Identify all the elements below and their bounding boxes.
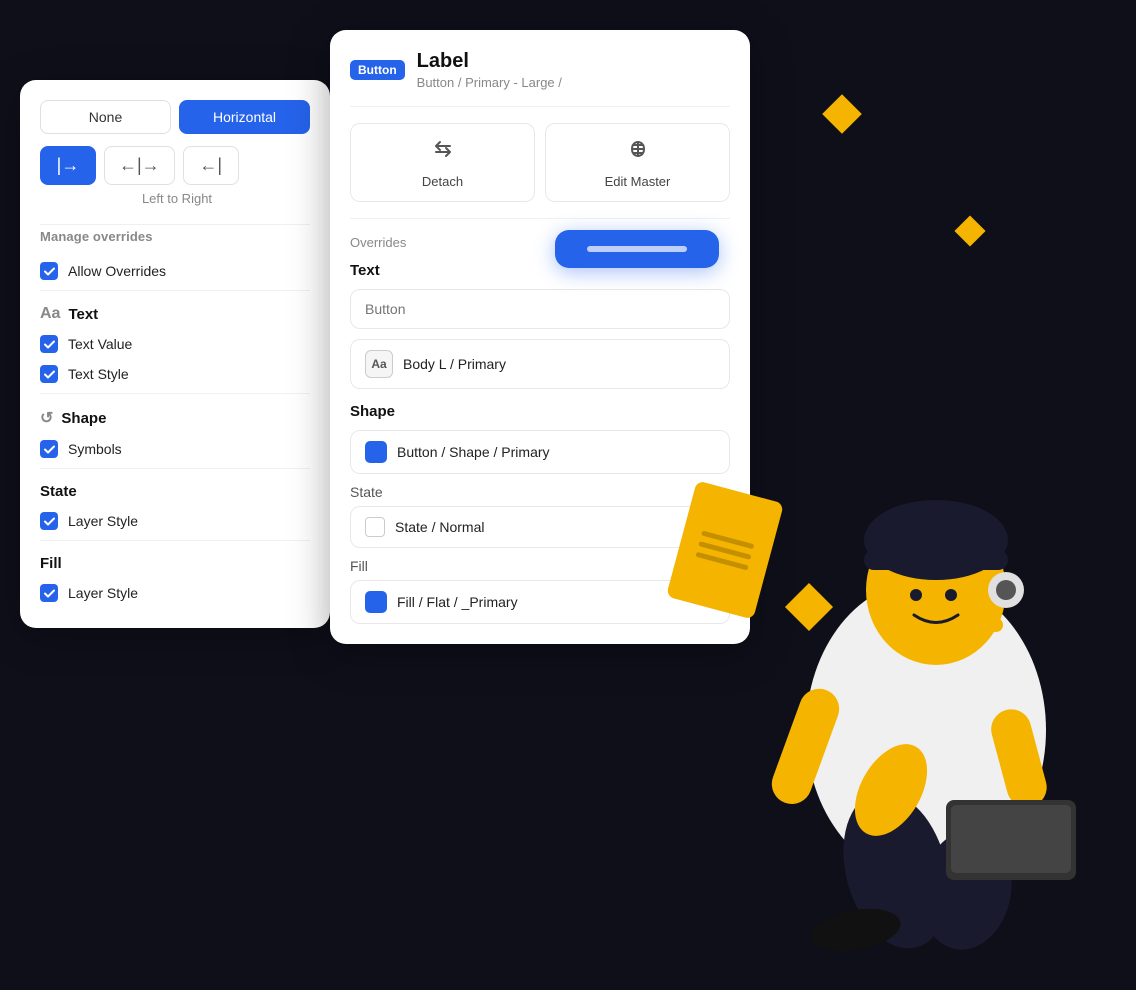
fill-layer-style-label: Layer Style bbox=[68, 585, 138, 601]
separator-1 bbox=[350, 218, 730, 219]
allow-overrides-row: Allow Overrides bbox=[40, 256, 310, 286]
shape-section-title: Shape bbox=[350, 403, 730, 420]
flow-right-to-left-button[interactable]: ←| bbox=[183, 146, 239, 185]
blue-pill-overlay bbox=[555, 230, 719, 268]
text-style-checkbox[interactable] bbox=[40, 365, 58, 383]
state-value: State / Normal bbox=[395, 519, 484, 535]
edit-master-button[interactable]: Edit Master bbox=[545, 123, 730, 202]
flow-ltr-icon: |→ bbox=[57, 155, 80, 176]
text-style-selector[interactable]: Aa Body L / Primary bbox=[350, 339, 730, 389]
direction-horizontal-button[interactable]: Horizontal bbox=[179, 100, 310, 134]
shape-value: Button / Shape / Primary bbox=[397, 444, 550, 460]
divider-1 bbox=[40, 224, 310, 225]
divider-2 bbox=[40, 290, 310, 291]
text-category-icon: Aa bbox=[40, 305, 60, 323]
fill-layer-style-checkbox[interactable] bbox=[40, 584, 58, 602]
direction-none-button[interactable]: None bbox=[40, 100, 171, 134]
fill-layer-style-row: Layer Style bbox=[40, 578, 310, 608]
edit-master-label: Edit Master bbox=[605, 174, 671, 189]
flow-label: Left to Right bbox=[40, 191, 310, 206]
text-value-input[interactable] bbox=[350, 289, 730, 329]
edit-master-icon bbox=[625, 136, 651, 168]
shape-selector[interactable]: Button / Shape / Primary bbox=[350, 430, 730, 474]
direction-row: None Horizontal bbox=[40, 100, 310, 134]
symbols-row: Symbols bbox=[40, 434, 310, 464]
left-panel: None Horizontal |→ ←|→ ←| Left to Right … bbox=[20, 80, 330, 628]
text-style-row: Text Style bbox=[40, 359, 310, 389]
fill-category-header: Fill bbox=[40, 545, 310, 578]
fill-value: Fill / Flat / _Primary bbox=[397, 594, 518, 610]
flow-row: |→ ←|→ ←| bbox=[40, 146, 310, 185]
illustration bbox=[736, 310, 1116, 990]
shape-category-label: Shape bbox=[61, 410, 106, 427]
state-swatch bbox=[365, 517, 385, 537]
shape-category-header: ↺ Shape bbox=[40, 398, 310, 434]
component-title-group: Label Button / Primary - Large / bbox=[417, 50, 562, 90]
flow-center-button[interactable]: ←|→ bbox=[104, 146, 175, 185]
fill-category-label: Fill bbox=[40, 555, 62, 572]
shape-category-icon: ↺ bbox=[40, 408, 53, 428]
state-layer-style-label: Layer Style bbox=[68, 513, 138, 529]
text-value-label: Text Value bbox=[68, 336, 132, 352]
text-category-header: Aa Text bbox=[40, 295, 310, 329]
manage-overrides-label: Manage overrides bbox=[40, 229, 310, 244]
divider-5 bbox=[40, 540, 310, 541]
detach-label: Detach bbox=[422, 174, 463, 189]
flow-rtl-icon: ←| bbox=[199, 155, 222, 176]
component-title: Label bbox=[417, 50, 562, 73]
component-subtitle: Button / Primary - Large / bbox=[417, 75, 562, 90]
text-value-row: Text Value bbox=[40, 329, 310, 359]
symbols-checkbox[interactable] bbox=[40, 440, 58, 458]
state-label: State bbox=[350, 484, 730, 500]
allow-overrides-label: Allow Overrides bbox=[68, 263, 166, 279]
detach-button[interactable]: Detach bbox=[350, 123, 535, 202]
state-selector[interactable]: State / Normal bbox=[350, 506, 730, 548]
text-value-checkbox[interactable] bbox=[40, 335, 58, 353]
allow-overrides-checkbox[interactable] bbox=[40, 262, 58, 280]
detach-icon bbox=[430, 136, 456, 168]
blue-pill-bar bbox=[587, 246, 687, 252]
text-style-icon: Aa bbox=[365, 350, 393, 378]
component-badge: Button bbox=[350, 60, 405, 80]
component-header: Button Label Button / Primary - Large / bbox=[350, 50, 730, 107]
action-buttons: Detach Edit Master bbox=[350, 123, 730, 202]
flow-center-icon: ←|→ bbox=[119, 155, 160, 176]
fill-swatch bbox=[365, 591, 387, 613]
text-category-label: Text bbox=[68, 306, 98, 323]
symbols-label: Symbols bbox=[68, 441, 122, 457]
text-style-label: Text Style bbox=[68, 366, 129, 382]
flow-left-to-right-button[interactable]: |→ bbox=[40, 146, 96, 185]
divider-4 bbox=[40, 468, 310, 469]
state-layer-style-row: Layer Style bbox=[40, 506, 310, 536]
state-layer-style-checkbox[interactable] bbox=[40, 512, 58, 530]
text-style-value: Body L / Primary bbox=[403, 356, 506, 372]
divider-3 bbox=[40, 393, 310, 394]
shape-color-swatch bbox=[365, 441, 387, 463]
state-category-header: State bbox=[40, 473, 310, 506]
state-category-label: State bbox=[40, 483, 77, 500]
